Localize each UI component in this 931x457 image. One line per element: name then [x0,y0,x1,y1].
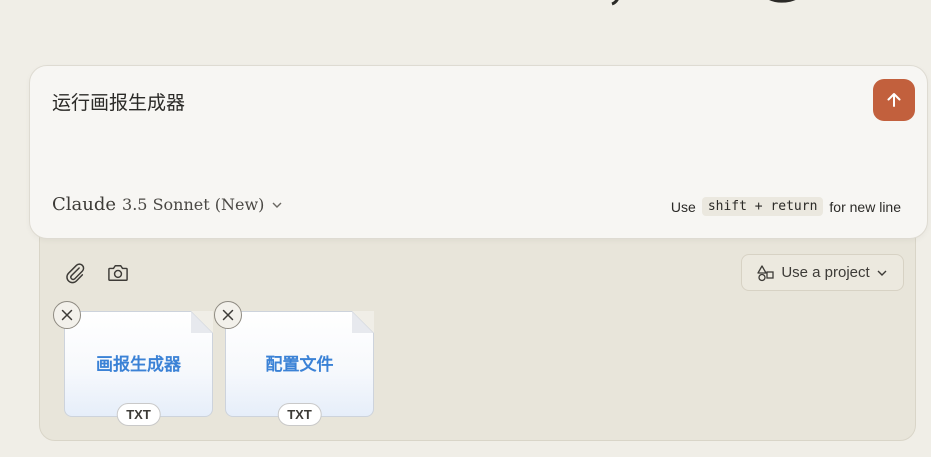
file-type-badge: TXT [277,403,322,426]
message-composer[interactable]: 运行画报生成器 Claude 3.5 Sonnet (New) Use shif… [29,65,928,239]
arrow-up-icon [887,93,901,107]
send-button[interactable] [873,79,915,121]
model-name: Claude [52,194,117,215]
use-project-label: Use a project [781,264,870,281]
remove-attachment-button[interactable] [214,301,242,329]
chevron-down-icon [272,202,282,208]
file-type-badge: TXT [116,403,161,426]
attachment-title: 配置文件 [265,355,334,375]
use-project-button[interactable]: Use a project [741,254,904,291]
screenshot-button[interactable] [103,258,133,288]
prompt-input[interactable]: 运行画报生成器 [52,88,185,115]
remove-attachment-button[interactable] [53,301,81,329]
model-version: 3.5 Sonnet (New) [122,195,265,214]
page-fold-icon [191,311,213,333]
close-icon [222,309,234,321]
page-fold-icon [352,311,374,333]
shapes-icon [757,264,774,281]
attachment-title: 画报生成器 [96,355,181,375]
hint-suffix: for new line [829,198,901,215]
close-icon [61,309,73,321]
hint-key: shift + return [701,197,824,216]
camera-icon [108,265,128,281]
attachment-card[interactable]: 画报生成器 TXT [64,311,213,426]
attachment-card[interactable]: 配置文件 TXT [225,311,374,426]
chevron-down-icon [877,270,887,276]
model-selector[interactable]: Claude 3.5 Sonnet (New) [52,194,284,215]
paperclip-icon [66,263,85,284]
cropped-heading-fragment [590,0,820,10]
hint-prefix: Use [670,198,696,215]
attach-button[interactable] [60,258,90,288]
newline-hint: Use shift + return for new line [671,197,901,216]
